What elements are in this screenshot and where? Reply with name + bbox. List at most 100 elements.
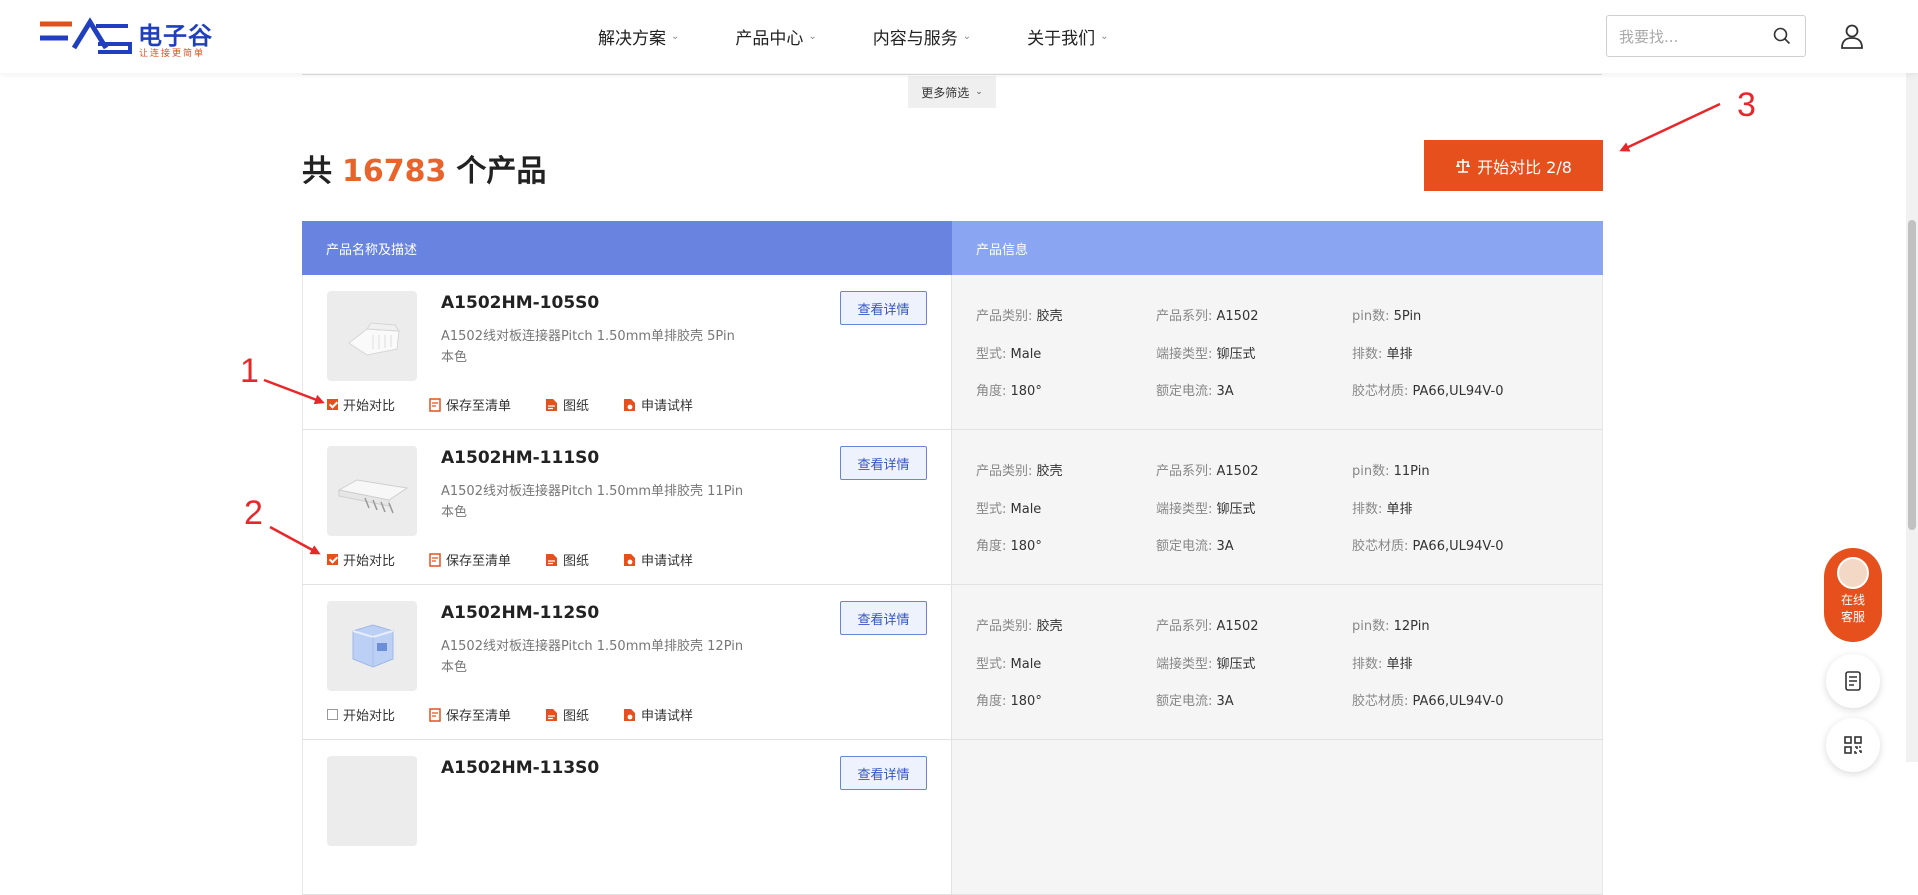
drawing-icon (546, 708, 558, 721)
nav-item-content-services[interactable]: 内容与服务 ⌄ (873, 24, 971, 49)
info-angle: 角度: 180° (976, 694, 1042, 709)
user-icon[interactable] (1840, 24, 1864, 50)
annotation-number: 3 (1737, 86, 1756, 124)
chevron-down-icon: ⌄ (1100, 31, 1109, 42)
view-detail-button[interactable]: 查看详情 (840, 601, 927, 635)
table-row: A1502HM-112S0 A1502线对板连接器Pitch 1.50mm单排胶… (302, 585, 1603, 740)
product-image[interactable] (327, 601, 417, 691)
main-nav: 解决方案 ⌄ 产品中心 ⌄ 内容与服务 ⌄ 关于我们 ⌄ (598, 24, 1165, 49)
compare-label: 开始对比 (343, 709, 396, 724)
info-terminal: 端接类型: 铆压式 (1156, 347, 1256, 362)
search-icon[interactable] (1773, 27, 1791, 45)
product-image[interactable] (327, 756, 417, 846)
info-series: 产品系列: A1502 (1156, 464, 1259, 479)
product-name[interactable]: A1502HM-105S0 (441, 293, 599, 313)
save-to-list-button[interactable]: 保存至清单 (429, 550, 511, 569)
save-to-list-button[interactable]: 保存至清单 (429, 395, 511, 414)
info-type: 型式: Male (976, 502, 1042, 517)
info-pins: pin数: 12Pin (1352, 619, 1430, 634)
logo-mark-icon (40, 17, 132, 54)
scale-icon (1456, 158, 1471, 173)
checkbox-checked-icon (327, 399, 338, 410)
sample-label: 申请试样 (641, 554, 694, 569)
product-description: A1502线对板连接器Pitch 1.50mm单排胶壳 5Pin (441, 329, 735, 344)
product-name[interactable]: A1502HM-112S0 (441, 603, 599, 623)
product-table: 产品名称及描述 产品信息 A1502HM-105S0 A1502线对板连接器Pi… (302, 221, 1603, 895)
info-terminal: 端接类型: 铆压式 (1156, 502, 1256, 517)
save-label: 保存至清单 (446, 399, 512, 414)
list-icon (429, 397, 441, 412)
scrollbar-thumb[interactable] (1908, 220, 1916, 530)
drawing-label: 图纸 (563, 399, 590, 414)
product-image[interactable] (327, 446, 417, 536)
product-cell: A1502HM-105S0 A1502线对板连接器Pitch 1.50mm单排胶… (302, 275, 952, 429)
request-sample-button[interactable]: 申请试样 (623, 550, 693, 569)
info-category: 产品类别: 胶壳 (976, 309, 1063, 324)
site-logo[interactable]: 电子谷 让连接更简单 (38, 14, 218, 60)
drawing-button[interactable]: 图纸 (545, 550, 589, 569)
table-row: A1502HM-105S0 A1502线对板连接器Pitch 1.50mm单排胶… (302, 275, 1603, 430)
info-rows: 排数: 单排 (1352, 657, 1413, 672)
view-detail-button[interactable]: 查看详情 (840, 291, 927, 325)
online-service-button[interactable]: 在线 客服 (1824, 548, 1882, 642)
sample-icon (624, 398, 636, 411)
product-color: 本色 (441, 660, 468, 675)
chevron-down-icon: ⌄ (808, 31, 817, 42)
info-angle: 角度: 180° (976, 539, 1042, 554)
drawing-label: 图纸 (563, 554, 590, 569)
info-type: 型式: Male (976, 347, 1042, 362)
service-label-line2: 客服 (1840, 610, 1865, 624)
start-compare-button[interactable]: 开始对比 2/8 (1424, 140, 1603, 191)
compare-label: 开始对比 (343, 399, 396, 414)
filter-divider (302, 74, 1602, 75)
qrcode-icon (1844, 736, 1862, 754)
compare-checkbox[interactable]: 开始对比 (327, 395, 395, 414)
product-name[interactable]: A1502HM-113S0 (441, 758, 599, 778)
compare-checkbox[interactable]: 开始对比 (327, 550, 395, 569)
notes-button[interactable] (1826, 654, 1880, 708)
list-icon (429, 552, 441, 567)
top-header: 电子谷 让连接更简单 解决方案 ⌄ 产品中心 ⌄ 内容与服务 ⌄ 关于我们 ⌄ (0, 0, 1918, 73)
product-name[interactable]: A1502HM-111S0 (441, 448, 599, 468)
nav-item-products[interactable]: 产品中心 ⌄ (735, 24, 816, 49)
annotation-number: 1 (240, 352, 259, 390)
compare-checkbox[interactable]: 开始对比 (327, 705, 395, 724)
search-box (1606, 15, 1806, 57)
table-row: A1502HM-111S0 A1502线对板连接器Pitch 1.50mm单排胶… (302, 430, 1603, 585)
drawing-button[interactable]: 图纸 (545, 395, 589, 414)
sample-label: 申请试样 (641, 709, 694, 724)
view-detail-button[interactable]: 查看详情 (840, 756, 927, 790)
page-scrollbar[interactable] (1906, 0, 1918, 762)
column-header: 产品信息 (952, 221, 1603, 275)
request-sample-button[interactable]: 申请试样 (623, 705, 693, 724)
more-filter-label: 更多筛选 (921, 85, 970, 100)
save-to-list-button[interactable]: 保存至清单 (429, 705, 511, 724)
product-info-cell: 产品类别: 胶壳 产品系列: A1502 pin数: 11Pin 型式: Mal… (952, 430, 1603, 584)
sample-label: 申请试样 (641, 399, 694, 414)
info-rows: 排数: 单排 (1352, 502, 1413, 517)
info-category: 产品类别: 胶壳 (976, 464, 1063, 479)
connector-image (337, 479, 409, 514)
service-label-line1: 在线 (1840, 593, 1865, 607)
qrcode-button[interactable] (1826, 718, 1880, 772)
nav-item-about[interactable]: 关于我们 ⌄ (1027, 24, 1108, 49)
info-material: 胶芯材质: PA66,UL94V-0 (1352, 384, 1504, 399)
search-input[interactable] (1617, 25, 1771, 49)
chevron-down-icon: ⌄ (962, 31, 972, 42)
info-current: 额定电流: 3A (1156, 539, 1234, 554)
product-color: 本色 (441, 350, 468, 365)
connector-image (348, 322, 400, 356)
product-image[interactable] (327, 291, 417, 381)
nav-item-solutions[interactable]: 解决方案 ⌄ (598, 24, 679, 49)
product-info-cell: 产品类别: 胶壳 产品系列: A1502 pin数: 5Pin 型式: Male… (952, 275, 1603, 429)
request-sample-button[interactable]: 申请试样 (623, 395, 693, 414)
product-info-cell (952, 740, 1603, 894)
info-current: 额定电流: 3A (1156, 694, 1234, 709)
drawing-button[interactable]: 图纸 (545, 705, 589, 724)
total-prefix: 共 (302, 154, 332, 189)
product-color: 本色 (441, 505, 468, 520)
view-detail-button[interactable]: 查看详情 (840, 446, 927, 480)
more-filter-button[interactable]: 更多筛选 ⌄ (908, 76, 996, 108)
drawing-icon (546, 398, 558, 411)
chevron-down-icon: ⌄ (671, 31, 680, 42)
